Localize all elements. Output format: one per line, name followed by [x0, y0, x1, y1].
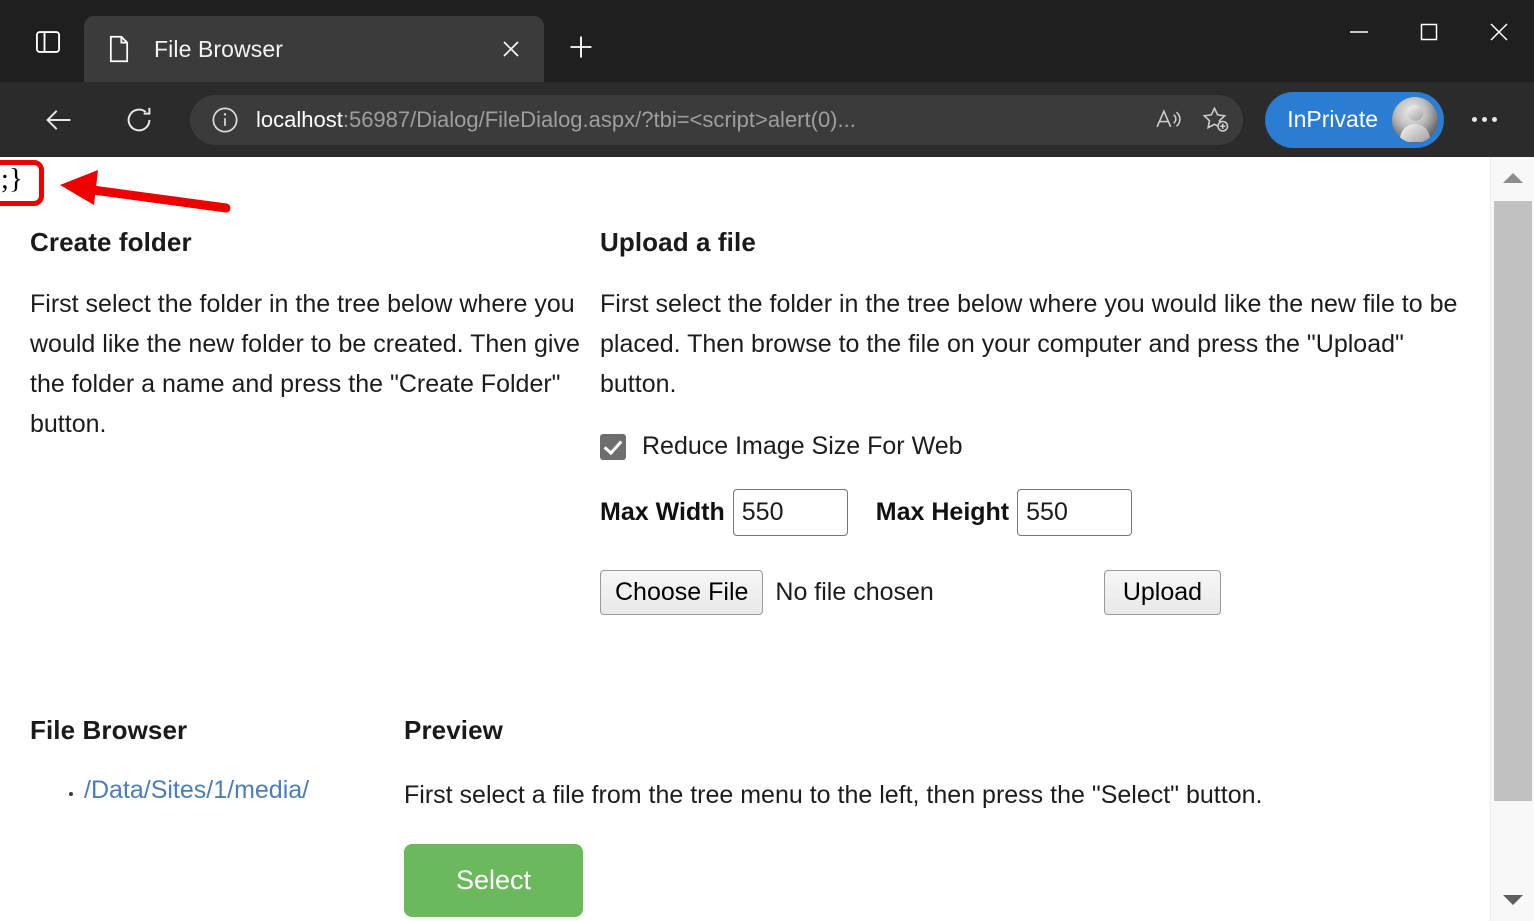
scroll-up-arrow-icon[interactable]: [1491, 157, 1534, 199]
max-height-label: Max Height: [876, 498, 1009, 527]
reduce-image-size-row: Reduce Image Size For Web: [600, 432, 1460, 461]
tab-title: File Browser: [154, 36, 492, 63]
document-icon: [106, 34, 132, 64]
vertical-scrollbar[interactable]: [1490, 157, 1534, 921]
top-section: Create folder First select the folder in…: [0, 227, 1490, 615]
file-input[interactable]: Choose File No file chosen: [600, 570, 934, 615]
select-button[interactable]: Select: [404, 844, 583, 917]
browser-tab[interactable]: File Browser: [84, 16, 544, 82]
preview-section: Preview First select a file from the tre…: [404, 715, 1490, 917]
reduce-image-size-label: Reduce Image Size For Web: [642, 432, 963, 461]
bottom-section: File Browser /Data/Sites/1/media/ Previe…: [0, 715, 1490, 917]
file-tree: /Data/Sites/1/media/: [30, 776, 404, 805]
scroll-down-arrow-icon[interactable]: [1491, 879, 1534, 921]
tab-strip: File Browser: [0, 0, 1534, 82]
tab-search-icon[interactable]: [24, 18, 72, 66]
preview-description: First select a file from the tree menu t…: [404, 776, 1490, 814]
upload-button[interactable]: Upload: [1104, 570, 1221, 615]
upload-title: Upload a file: [600, 227, 1460, 258]
back-arrow-icon[interactable]: [34, 95, 84, 145]
url-host: localhost: [256, 107, 343, 132]
dimensions-row: Max Width Max Height: [600, 489, 1460, 536]
address-bar[interactable]: localhost:56987/Dialog/FileDialog.aspx/?…: [190, 95, 1243, 145]
max-width-label: Max Width: [600, 498, 725, 527]
create-folder-title: Create folder: [30, 227, 600, 258]
maximize-button[interactable]: [1394, 0, 1464, 64]
upload-description: First select the folder in the tree belo…: [600, 284, 1460, 404]
file-browser-section: File Browser /Data/Sites/1/media/: [0, 715, 404, 805]
tab-close-icon[interactable]: [492, 30, 530, 68]
file-browser-title: File Browser: [30, 715, 404, 746]
avatar[interactable]: [1392, 97, 1438, 143]
web-page: ');} Create folder First select the fold…: [0, 157, 1490, 921]
inprivate-indicator[interactable]: InPrivate: [1265, 92, 1444, 148]
window-controls: [1324, 0, 1534, 64]
minimize-button[interactable]: [1324, 0, 1394, 64]
url-text[interactable]: localhost:56987/Dialog/FileDialog.aspx/?…: [256, 107, 1141, 133]
reduce-image-size-checkbox[interactable]: [600, 434, 626, 460]
create-folder-section: Create folder First select the folder in…: [0, 227, 600, 444]
max-height-input[interactable]: [1017, 489, 1132, 536]
choose-file-button[interactable]: Choose File: [600, 570, 763, 615]
max-width-input[interactable]: [733, 489, 848, 536]
url-path: :56987/Dialog/FileDialog.aspx/?tbi=<scri…: [343, 107, 856, 132]
read-aloud-icon[interactable]: [1145, 98, 1189, 142]
navigation-toolbar: localhost:56987/Dialog/FileDialog.aspx/?…: [0, 82, 1534, 157]
file-tree-item: /Data/Sites/1/media/: [84, 776, 404, 805]
file-tree-link[interactable]: /Data/Sites/1/media/: [84, 776, 309, 804]
new-tab-button[interactable]: [558, 24, 604, 70]
page-content: Create folder First select the folder in…: [0, 157, 1490, 917]
close-window-button[interactable]: [1464, 0, 1534, 64]
no-file-chosen-text: No file chosen: [775, 578, 933, 607]
info-icon[interactable]: [206, 101, 244, 139]
reload-icon[interactable]: [114, 95, 164, 145]
upload-file-section: Upload a file First select the folder in…: [600, 227, 1490, 615]
page-viewport: ');} Create folder First select the fold…: [0, 157, 1534, 921]
add-favorite-icon[interactable]: [1193, 98, 1237, 142]
browser-window: File Browser: [0, 0, 1534, 921]
preview-title: Preview: [404, 715, 1490, 746]
upload-controls-row: Choose File No file chosen Upload: [600, 570, 1460, 615]
inprivate-label: InPrivate: [1287, 106, 1378, 133]
create-folder-description: First select the folder in the tree belo…: [30, 284, 600, 444]
more-options-icon[interactable]: [1458, 94, 1510, 146]
scrollbar-thumb[interactable]: [1494, 201, 1532, 801]
